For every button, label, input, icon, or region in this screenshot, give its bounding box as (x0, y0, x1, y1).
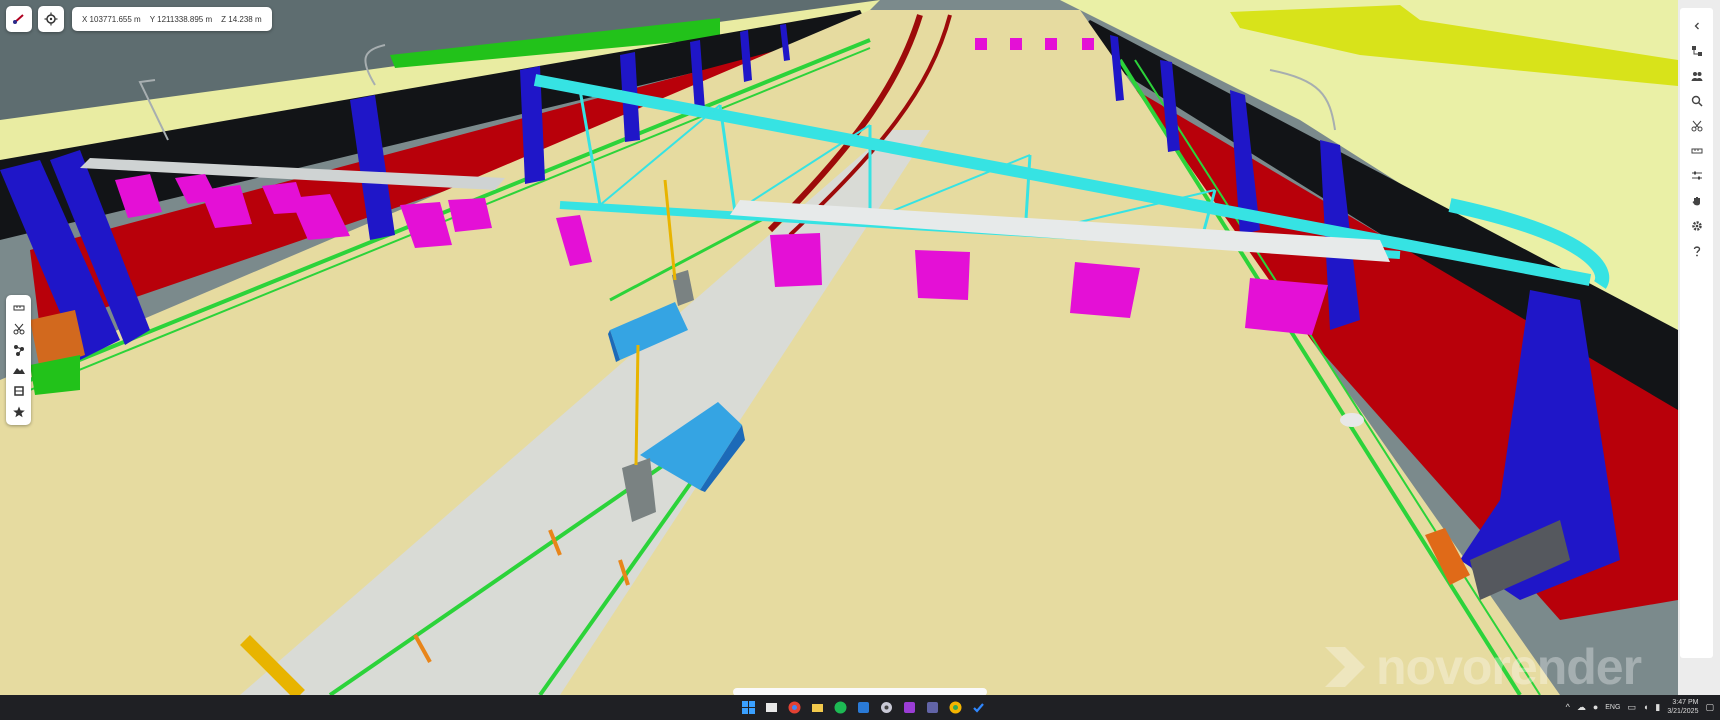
chrome-icon (788, 701, 801, 714)
terrain-icon[interactable] (12, 364, 25, 376)
star-icon[interactable] (12, 406, 25, 418)
camera-icon (881, 702, 892, 713)
model-tree-icon (1691, 46, 1702, 56)
horizontal-scrollbar[interactable] (733, 688, 987, 695)
taskbar-app[interactable] (832, 699, 849, 716)
small-pad (1340, 413, 1364, 427)
chevron-left-icon (1694, 22, 1699, 30)
taskbar-app[interactable] (878, 699, 895, 716)
clock-time: 3:47 PM (1672, 699, 1699, 706)
left-toolbar (6, 295, 31, 425)
ruler-icon (1691, 148, 1702, 154)
yellow-pole-2 (634, 344, 640, 466)
language-indicator[interactable]: ENG (1605, 704, 1620, 711)
taskbar-apps (740, 699, 987, 716)
file-explorer-icon (766, 703, 777, 712)
3d-scene[interactable] (0, 0, 1678, 695)
clock[interactable]: 3:47 PM 3/21/2025 (1667, 698, 1698, 716)
watermark-text: novorender (1376, 639, 1642, 695)
taskbar-app[interactable] (786, 699, 803, 716)
ruler-icon[interactable] (13, 302, 25, 314)
start-button[interactable] (740, 699, 757, 716)
watermark: novorender (1320, 638, 1642, 695)
users-icon (1691, 72, 1702, 81)
todo-icon (973, 703, 984, 713)
cloud-icon[interactable]: ☁ (1577, 702, 1586, 713)
clipping-button[interactable] (1685, 114, 1709, 138)
notification-icon[interactable]: ▢ (1705, 702, 1714, 713)
windows-start-icon (742, 701, 755, 714)
measure-button[interactable] (1685, 139, 1709, 163)
sliders-icon (1691, 171, 1702, 180)
system-tray: ^ ☁ ● ENG ▭ ◖ ▮ 3:47 PM 3/21/2025 ▢ (1566, 698, 1714, 716)
scissors-icon (1691, 120, 1702, 132)
pan-button[interactable] (1685, 189, 1709, 213)
search-icon (1691, 95, 1703, 107)
network-icon[interactable]: ▭ (1627, 702, 1636, 713)
coordinates-readout: X 103771.655 m Y 1211338.895 m Z 14.238 … (72, 7, 272, 31)
scissors-icon[interactable] (13, 323, 25, 335)
coord-y: Y 1211338.895 m (149, 14, 213, 24)
taskbar-app[interactable] (970, 699, 987, 716)
onenote-icon (904, 702, 915, 713)
right-toolbar (1680, 8, 1713, 658)
spotify-icon (834, 701, 847, 714)
filter-button[interactable] (1685, 164, 1709, 188)
taskbar-app[interactable] (763, 699, 780, 716)
volume-icon[interactable]: ◖ (1643, 702, 1648, 712)
taskbar-app[interactable] (924, 699, 941, 716)
taskbar-app[interactable] (855, 699, 872, 716)
taskbar-app[interactable] (809, 699, 826, 716)
layers-icon[interactable] (13, 385, 25, 397)
3d-viewport[interactable]: X 103771.655 m Y 1211338.895 m Z 14.238 … (0, 0, 1678, 695)
crosshair-icon (44, 12, 58, 26)
users-button[interactable] (1685, 64, 1709, 88)
taskbar-app[interactable] (947, 699, 964, 716)
nodes-icon[interactable] (13, 344, 25, 356)
chevron-up-icon[interactable]: ^ (1566, 702, 1570, 712)
locate-button[interactable] (38, 6, 64, 32)
taskbar-app[interactable] (901, 699, 918, 716)
measure-arrow-icon (13, 14, 24, 24)
collapse-panel-button[interactable] (1685, 14, 1709, 38)
teams-icon (927, 702, 938, 713)
gear-icon (1691, 221, 1702, 231)
help-button[interactable] (1685, 239, 1709, 263)
chrome-icon (949, 701, 962, 714)
coord-x: X 103771.655 m (82, 14, 141, 24)
coord-z: Z 14.238 m (221, 14, 262, 24)
clock-date: 3/21/2025 (1667, 708, 1699, 715)
windows-taskbar: ^ ☁ ● ENG ▭ ◖ ▮ 3:47 PM 3/21/2025 ▢ (0, 695, 1720, 720)
measure-tool-button[interactable] (6, 6, 32, 32)
hand-icon (1692, 197, 1700, 206)
microphone-icon[interactable]: ● (1593, 702, 1598, 712)
folder-icon (812, 704, 823, 712)
outlook-icon (858, 702, 869, 713)
help-icon (1693, 246, 1700, 257)
model-tree-button[interactable] (1685, 39, 1709, 63)
novorender-logo-icon (1325, 647, 1365, 687)
search-button[interactable] (1685, 89, 1709, 113)
battery-icon[interactable]: ▮ (1655, 702, 1660, 713)
settings-button[interactable] (1685, 214, 1709, 238)
